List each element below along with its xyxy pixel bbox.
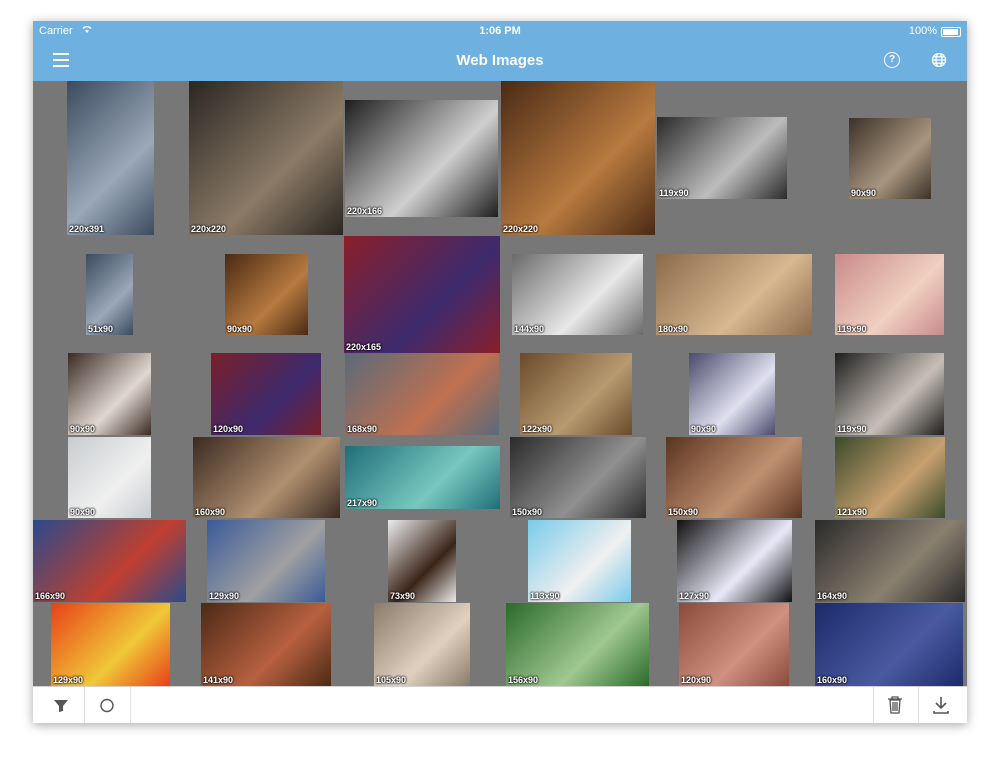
image-thumbnail[interactable]: 129x90 [51, 603, 170, 686]
image-grid: 220x391 220x220 220x166 220x220 119x90 90x90 5… [33, 81, 967, 686]
image-size-label: 73x90 [390, 591, 416, 601]
image-size-label: 144x90 [514, 324, 545, 334]
image-thumbnail[interactable]: 90x90 [225, 254, 308, 335]
image-thumbnail[interactable]: 122x90 [520, 353, 632, 435]
image-size-label: 164x90 [817, 591, 848, 601]
image-thumbnail[interactable]: 51x90 [86, 254, 133, 335]
download-icon[interactable] [921, 687, 961, 723]
image-thumbnail[interactable]: 90x90 [849, 118, 931, 199]
image-size-label: 119x90 [837, 324, 867, 334]
image-thumbnail[interactable]: 119x90 [835, 353, 944, 435]
image-thumbnail[interactable]: 120x90 [679, 603, 789, 686]
image-size-label: 141x90 [203, 675, 234, 685]
image-size-label: 51x90 [88, 324, 114, 334]
image-size-label: 119x90 [837, 424, 867, 434]
image-size-label: 90x90 [851, 188, 877, 198]
image-size-label: 129x90 [209, 591, 240, 601]
image-size-label: 160x90 [817, 675, 848, 685]
image-thumbnail[interactable]: 141x90 [201, 603, 331, 686]
image-thumbnail[interactable]: 105x90 [374, 603, 470, 686]
clock: 1:06 PM [479, 25, 521, 37]
image-thumbnail[interactable]: 144x90 [512, 254, 643, 335]
image-size-label: 129x90 [53, 675, 84, 685]
image-size-label: 150x90 [668, 507, 699, 517]
image-thumbnail[interactable]: 119x90 [657, 117, 787, 199]
image-thumbnail[interactable]: 113x90 [528, 520, 631, 602]
app-window: Carrier 1:06 PM 100% Web Images ? 220x39… [33, 21, 967, 723]
bottom-toolbar [33, 686, 967, 723]
image-thumbnail[interactable]: 73x90 [388, 520, 456, 602]
image-thumbnail[interactable]: 156x90 [506, 603, 649, 686]
image-size-label: 90x90 [691, 424, 717, 434]
image-thumbnail[interactable]: 164x90 [815, 520, 965, 602]
image-thumbnail[interactable]: 160x90 [193, 437, 340, 518]
image-size-label: 156x90 [508, 675, 539, 685]
image-thumbnail[interactable]: 220x165 [344, 236, 500, 353]
circle-icon[interactable] [87, 687, 127, 723]
page-title: Web Images [456, 52, 544, 69]
filter-icon[interactable] [41, 687, 81, 723]
image-size-label: 113x90 [530, 591, 560, 601]
image-size-label: 90x90 [70, 507, 96, 517]
image-size-label: 90x90 [70, 424, 96, 434]
image-thumbnail[interactable]: 166x90 [33, 520, 186, 602]
battery-icon [941, 27, 961, 37]
status-bar: Carrier 1:06 PM 100% [33, 21, 967, 41]
image-thumbnail[interactable]: 90x90 [68, 353, 151, 435]
trash-icon[interactable] [875, 687, 915, 723]
image-size-label: 160x90 [195, 507, 226, 517]
image-thumbnail[interactable]: 168x90 [345, 353, 499, 435]
image-thumbnail[interactable]: 150x90 [510, 437, 646, 518]
image-thumbnail[interactable]: 90x90 [68, 437, 151, 518]
image-thumbnail[interactable]: 220x391 [67, 81, 154, 235]
image-size-label: 121x90 [837, 507, 868, 517]
image-size-label: 220x220 [191, 224, 227, 234]
navigation-bar: Web Images ? [33, 41, 967, 81]
image-size-label: 120x90 [681, 675, 712, 685]
image-thumbnail[interactable]: 129x90 [207, 520, 325, 602]
image-thumbnail[interactable]: 120x90 [211, 353, 321, 435]
image-thumbnail[interactable]: 119x90 [835, 254, 944, 335]
image-size-label: 127x90 [679, 591, 710, 601]
image-size-label: 220x220 [503, 224, 539, 234]
image-size-label: 120x90 [213, 424, 244, 434]
image-size-label: 105x90 [376, 675, 407, 685]
image-thumbnail[interactable]: 220x166 [345, 100, 498, 217]
image-size-label: 220x166 [347, 206, 383, 216]
globe-icon[interactable] [931, 52, 947, 73]
image-size-label: 122x90 [522, 424, 553, 434]
image-size-label: 168x90 [347, 424, 378, 434]
image-thumbnail[interactable]: 160x90 [815, 603, 963, 686]
image-size-label: 220x165 [346, 342, 382, 352]
image-size-label: 90x90 [227, 324, 253, 334]
image-thumbnail[interactable]: 180x90 [656, 254, 812, 335]
image-thumbnail[interactable]: 127x90 [677, 520, 792, 602]
image-thumbnail[interactable]: 150x90 [666, 437, 802, 518]
image-size-label: 217x90 [347, 498, 378, 508]
battery-percentage: 100% [908, 25, 937, 37]
image-thumbnail[interactable]: 121x90 [835, 437, 945, 518]
image-size-label: 150x90 [512, 507, 543, 517]
image-thumbnail[interactable]: 90x90 [689, 353, 775, 435]
image-size-label: 119x90 [659, 188, 689, 198]
image-thumbnail[interactable]: 217x90 [345, 446, 500, 509]
image-thumbnail[interactable]: 220x220 [189, 81, 343, 235]
image-size-label: 166x90 [35, 591, 66, 601]
image-thumbnail[interactable]: 220x220 [501, 81, 655, 235]
help-icon[interactable]: ? [884, 52, 900, 68]
image-size-label: 180x90 [658, 324, 689, 334]
image-size-label: 220x391 [69, 224, 105, 234]
